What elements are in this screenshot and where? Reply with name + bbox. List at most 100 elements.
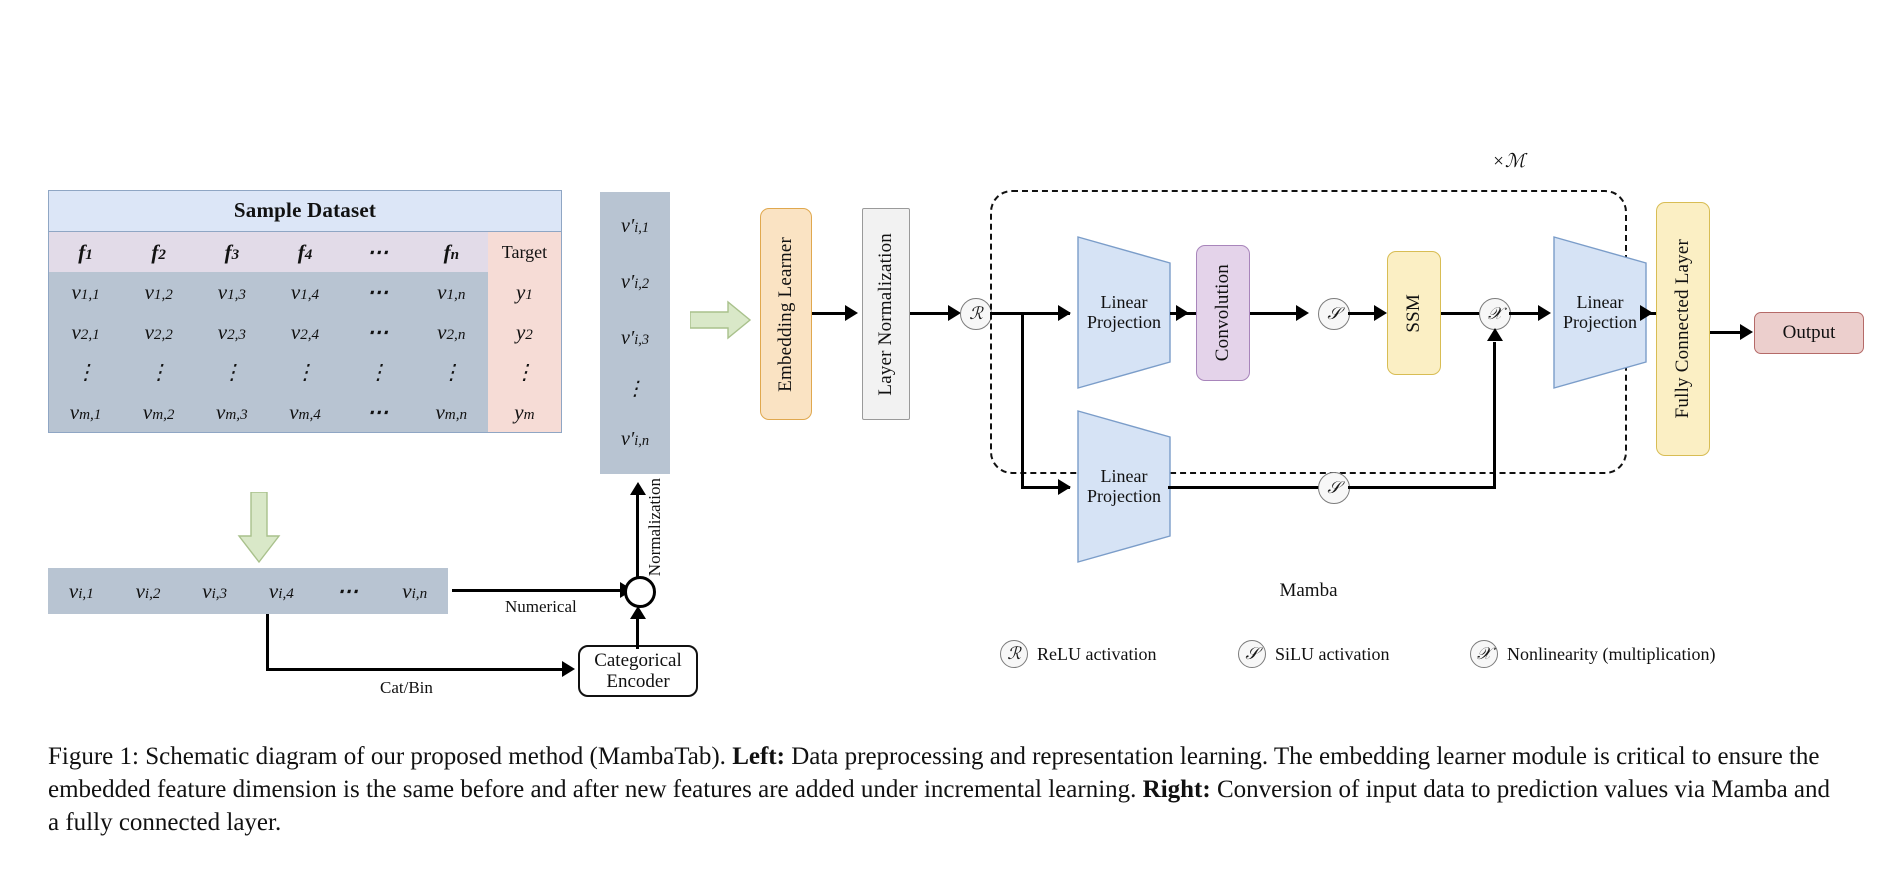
arrow-mult-to-lpout-head	[1538, 305, 1551, 321]
linear-projection-bottom-block: Linear Projection	[1076, 409, 1172, 564]
arrow-el-to-ln-line	[812, 312, 848, 315]
ssm-label: SSM	[1403, 293, 1424, 333]
output-block: Output	[1754, 312, 1864, 354]
ellipsis-col-2: ⋮	[122, 352, 196, 392]
cell-v-m-4: vm,4	[268, 392, 342, 432]
figure-caption: Figure 1: Schematic diagram of our propo…	[48, 740, 1838, 839]
repeat-count-label: ×ℳ	[1492, 151, 1526, 172]
linear-projection-out-label: Linear Projection	[1552, 235, 1648, 390]
caption-lead: Figure 1: Schematic diagram of our propo…	[48, 743, 733, 770]
cell-v-1-n: v1,n	[414, 272, 488, 312]
embed-cell-2: v′i,2	[620, 270, 650, 293]
arrow-lpout-to-fc-head	[1640, 305, 1653, 321]
linear-projection-top-line1: Linear	[1100, 291, 1148, 312]
embedding-learner-block: Embedding Learner	[760, 208, 812, 420]
dataset-title: Sample Dataset	[49, 191, 561, 232]
riser-to-mult-line	[1493, 342, 1496, 488]
legend-label-relu: ReLU activation	[1037, 643, 1157, 664]
linear-projection-bottom-line2: Projection	[1087, 485, 1161, 506]
catbin-horizontal-line	[266, 668, 566, 671]
embedding-learner-label: Embedding Learner	[775, 236, 796, 392]
legend-item-mult: 𝒳 Nonlinearity (multiplication)	[1470, 640, 1715, 668]
catbin-arrowhead	[562, 661, 575, 677]
fully-connected-layer-label: Fully Connected Layer	[1672, 239, 1693, 419]
cell-v-1-3: v1,3	[195, 272, 269, 312]
encoder-to-sum-line	[636, 617, 639, 649]
embedded-vector-column: v′i,1 v′i,2 v′i,3 ⋮ v′i,n	[600, 192, 670, 474]
cell-v-2-n: v2,n	[414, 312, 488, 352]
legend-label-silu: SiLU activation	[1275, 643, 1390, 664]
arrow-to-lp-top-head	[1058, 305, 1071, 321]
cell-v-2-4: v2,4	[268, 312, 342, 352]
target-header: Target	[487, 232, 561, 272]
feature-header-4: f4	[268, 232, 342, 272]
feature-header-ellipsis: ⋯	[341, 232, 415, 272]
feature-header-3: f3	[195, 232, 269, 272]
normalization-label: Normalization	[645, 478, 664, 577]
silu-activation-node-top: 𝒮	[1318, 298, 1350, 330]
feature-header-2: f2	[122, 232, 196, 272]
linear-projection-bottom-line1: Linear	[1100, 465, 1148, 486]
numerical-label: Numerical	[505, 597, 577, 616]
riser-to-mult-head	[1487, 328, 1503, 341]
row-cell-1: vi,1	[68, 578, 94, 603]
linear-projection-out-line2: Projection	[1563, 311, 1637, 332]
categorical-encoder-label-line2: Encoder	[606, 671, 670, 692]
ellipsis-col-n: ⋮	[414, 352, 488, 392]
ellipsis-col-target: ⋮	[487, 352, 561, 392]
sample-dataset-table: Sample Dataset f1 f2 f3 f4 ⋯ fn Target v…	[48, 190, 562, 433]
output-label: Output	[1782, 322, 1836, 344]
layer-normalization-block: Layer Normalization	[862, 208, 910, 420]
catbin-label: Cat/Bin	[380, 678, 433, 697]
numerical-path-line	[452, 589, 634, 592]
row-cell-3: vi,3	[202, 578, 228, 603]
arrow-lp-to-conv-head	[1176, 305, 1189, 321]
green-down-arrow	[236, 492, 282, 564]
arrow-lpbottom-to-silu-line	[1168, 486, 1320, 489]
cell-v-2-2: v2,2	[122, 312, 196, 352]
silu-bottom-to-riser-line	[1348, 486, 1496, 489]
cell-v-2-3: v2,3	[195, 312, 269, 352]
merge-node	[624, 576, 656, 608]
embed-cell-3: v′i,3	[620, 326, 650, 349]
linear-projection-out-block: Linear Projection	[1552, 235, 1648, 390]
arrow-fc-to-output-line	[1710, 331, 1744, 334]
multiplication-node: 𝒳	[1479, 298, 1511, 330]
cell-v-m-3: vm,3	[195, 392, 269, 432]
ellipsis-col-1: ⋮	[49, 352, 123, 392]
row-cell-2: vi,2	[135, 578, 161, 603]
row-cell-ellipsis: ⋯	[337, 578, 360, 603]
table-row: vm,1 vm,2 vm,3 vm,4 ⋯ vm,n ym	[49, 392, 561, 432]
catbin-vertical-line	[266, 614, 269, 671]
normalization-arrowhead	[630, 482, 646, 495]
cell-v-m-n: vm,n	[414, 392, 488, 432]
cell-target-1: y1	[487, 272, 561, 312]
legend-item-silu: 𝒮 SiLU activation	[1238, 640, 1389, 668]
linear-projection-bottom-label: Linear Projection	[1076, 409, 1172, 564]
legend: ℛ ReLU activation 𝒮 SiLU activation 𝒳 No…	[1000, 640, 1740, 674]
sample-row-strip: vi,1 vi,2 vi,3 vi,4 ⋯ vi,n	[48, 568, 448, 614]
fully-connected-layer-block: Fully Connected Layer	[1656, 202, 1710, 456]
categorical-encoder-label-line1: Categorical	[594, 649, 682, 671]
silu-legend-icon: 𝒮	[1238, 640, 1266, 668]
ellipsis-col-3: ⋮	[195, 352, 269, 392]
feature-header-1: f1	[49, 232, 123, 272]
cell-v-1-1: v1,1	[49, 272, 123, 312]
figure-canvas: Sample Dataset f1 f2 f3 f4 ⋯ fn Target v…	[0, 0, 1878, 886]
linear-projection-top-block: Linear Projection	[1076, 235, 1172, 390]
caption-right-bold: Right:	[1142, 776, 1211, 803]
cell-v-1-4: v1,4	[268, 272, 342, 312]
arrow-conv-to-silu-head	[1296, 305, 1309, 321]
embed-cell-1: v′i,1	[620, 214, 650, 237]
table-row: v2,1 v2,2 v2,3 v2,4 ⋯ v2,n y2	[49, 312, 561, 352]
ellipsis-col-4: ⋮	[268, 352, 342, 392]
relu-activation-node: ℛ	[960, 298, 992, 330]
cell-rowm-ellipsis: ⋯	[341, 392, 415, 432]
table-row: v1,1 v1,2 v1,3 v1,4 ⋯ v1,n y1	[49, 272, 561, 312]
arrow-to-lp-bottom-head	[1058, 479, 1071, 495]
legend-item-relu: ℛ ReLU activation	[1000, 640, 1156, 668]
cell-target-2: y2	[487, 312, 561, 352]
row-cell-n: vi,n	[402, 578, 428, 603]
multiplication-legend-icon: 𝒳	[1470, 640, 1498, 668]
linear-projection-out-line1: Linear	[1576, 291, 1624, 312]
